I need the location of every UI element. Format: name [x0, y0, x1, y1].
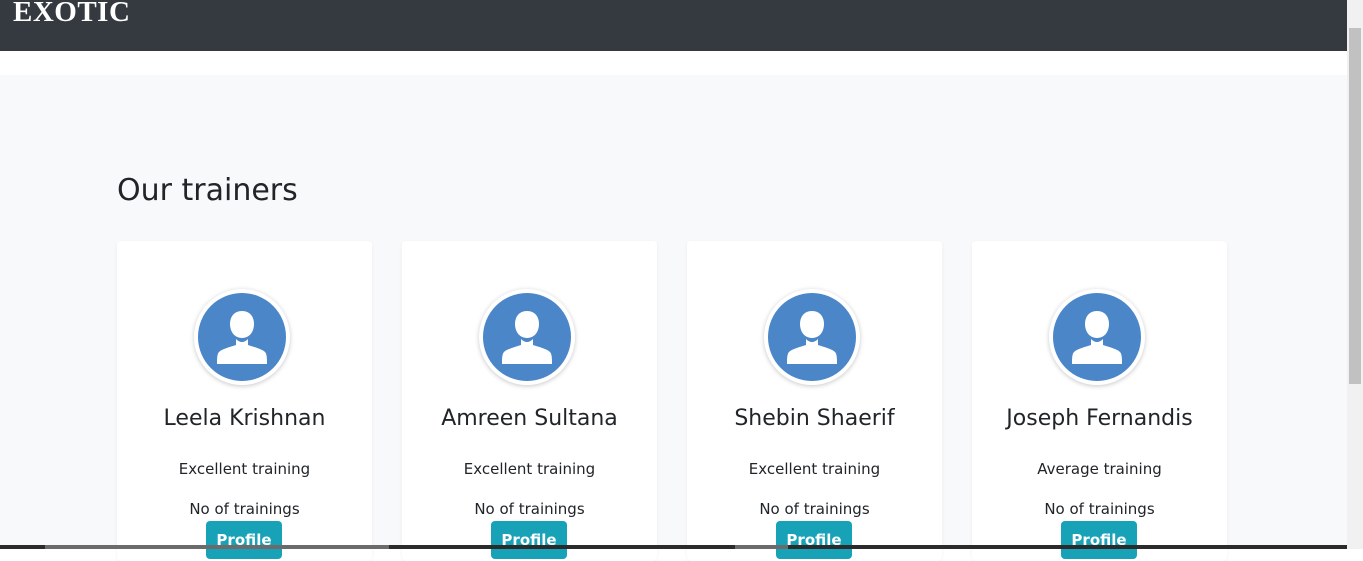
- trainer-rating: Excellent training: [178, 460, 311, 478]
- trainer-card: Shebin Shaerif Excellent training No of …: [687, 241, 942, 561]
- trainer-rating: Excellent training: [463, 460, 596, 478]
- profile-button[interactable]: Profile: [206, 521, 282, 559]
- trainer-name: Amreen Sultana: [441, 406, 618, 431]
- trainer-avatar: [764, 289, 860, 385]
- section-title: Our trainers: [117, 173, 298, 208]
- trainer-rating: Average training: [1037, 460, 1162, 478]
- profile-button[interactable]: Profile: [491, 521, 567, 559]
- navbar-spacer: [0, 51, 1347, 75]
- trainer-name: Leela Krishnan: [163, 406, 326, 431]
- brand-logo[interactable]: EXOTIC: [13, 0, 130, 30]
- trainer-card: Amreen Sultana Excellent training No of …: [402, 241, 657, 561]
- vertical-scrollbar-thumb[interactable]: [1349, 28, 1361, 384]
- trainer-avatar: [194, 289, 290, 385]
- trainer-trainings-count: No of trainings: [189, 500, 300, 518]
- trainer-name: Joseph Fernandis: [1006, 406, 1193, 431]
- user-silhouette-icon: [1053, 293, 1141, 381]
- user-silhouette-icon: [198, 293, 286, 381]
- top-navbar: EXOTIC: [0, 0, 1347, 51]
- user-silhouette-icon: [768, 293, 856, 381]
- trainers-section: Our trainers Leela Krishnan Excellent tr…: [0, 75, 1347, 561]
- user-silhouette-icon: [483, 293, 571, 381]
- profile-button[interactable]: Profile: [776, 521, 852, 559]
- trainer-card: Leela Krishnan Excellent training No of …: [117, 241, 372, 561]
- trainer-trainings-count: No of trainings: [1044, 500, 1155, 518]
- trainer-name: Shebin Shaerif: [734, 406, 895, 431]
- trainer-card: Joseph Fernandis Average training No of …: [972, 241, 1227, 561]
- profile-button[interactable]: Profile: [1061, 521, 1137, 559]
- trainer-avatar: [479, 289, 575, 385]
- horizontal-scrollbar-segment: [735, 545, 788, 549]
- trainer-trainings-count: No of trainings: [474, 500, 585, 518]
- trainer-rating: Excellent training: [748, 460, 881, 478]
- trainer-avatar: [1049, 289, 1145, 385]
- trainer-trainings-count: No of trainings: [759, 500, 870, 518]
- horizontal-scrollbar-thumb[interactable]: [45, 545, 389, 549]
